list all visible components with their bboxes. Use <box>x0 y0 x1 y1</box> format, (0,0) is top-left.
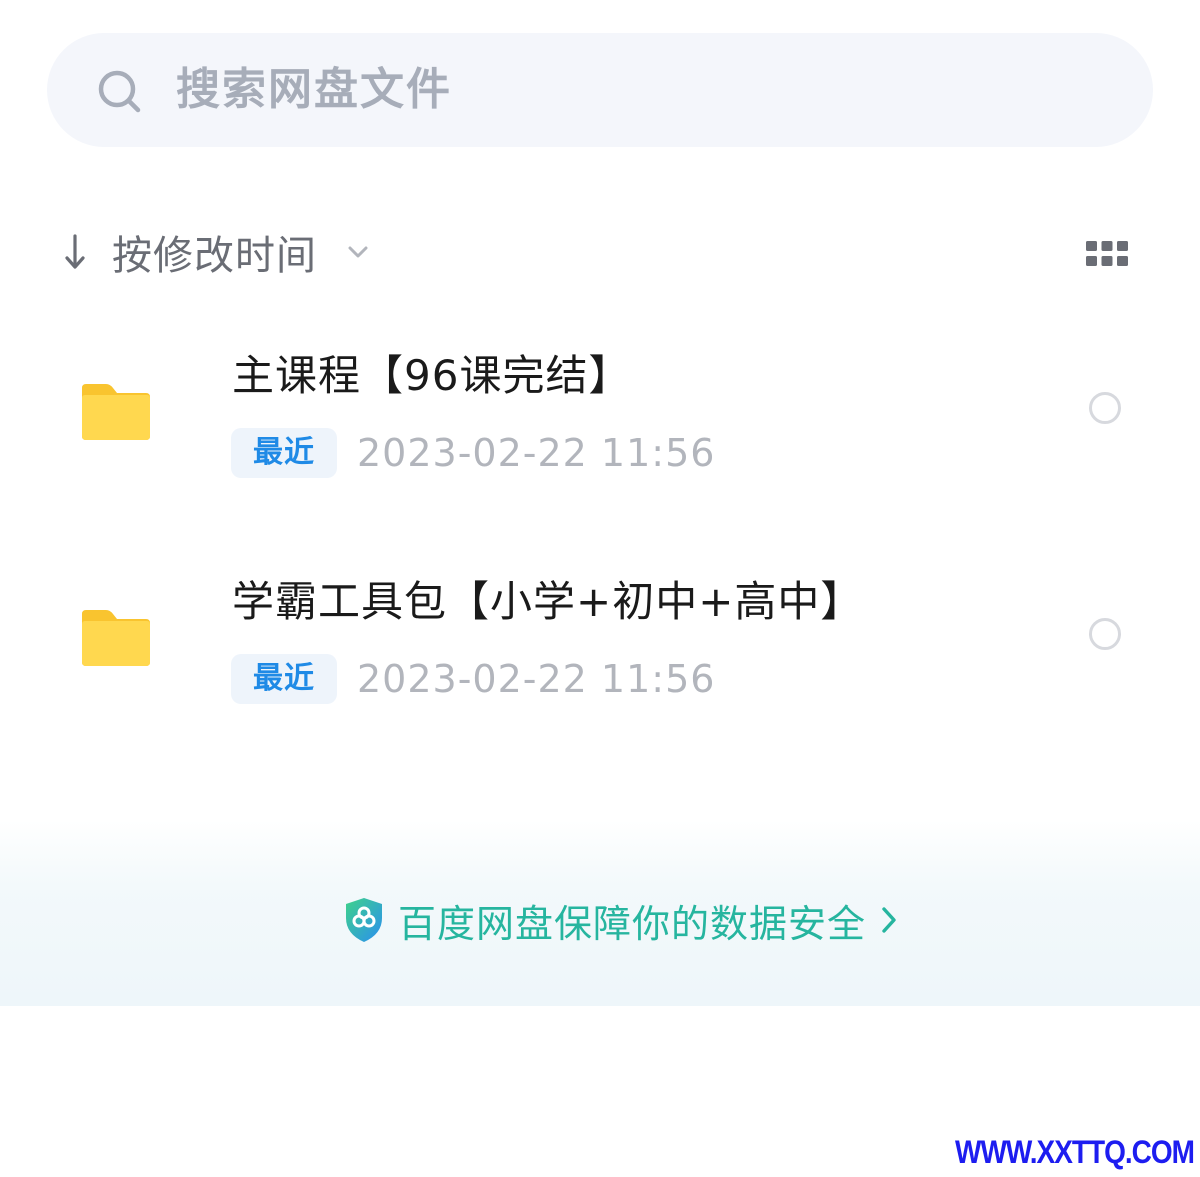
security-info-link[interactable]: 百度网盘保障你的数据安全 <box>342 892 900 948</box>
recent-badge: 最近 <box>231 428 337 478</box>
modified-date: 2023-02-22 11:56 <box>357 431 716 475</box>
search-icon <box>98 70 141 113</box>
chevron-right-icon <box>882 907 896 933</box>
arrow-down-icon <box>65 234 85 269</box>
file-list-item[interactable]: 主课程【96课完结】 最近 2023-02-22 11:56 <box>0 332 1200 492</box>
select-checkbox[interactable] <box>1089 618 1121 650</box>
folder-icon <box>82 384 150 440</box>
shield-icon <box>346 898 382 942</box>
file-list-item[interactable]: 学霸工具包【小学+初中+高中】 最近 2023-02-22 11:56 <box>0 558 1200 718</box>
chevron-down-icon <box>348 246 368 258</box>
security-text: 百度网盘保障你的数据安全 <box>398 901 867 946</box>
sort-control[interactable]: 按修改时间 <box>60 222 371 282</box>
watermark-text: WWW.XXTTQ.COM <box>955 1134 1195 1170</box>
folder-icon <box>82 610 150 666</box>
file-name: 主课程【96课完结】 <box>232 351 632 400</box>
file-name: 学霸工具包【小学+初中+高中】 <box>232 577 864 626</box>
sort-label: 按修改时间 <box>112 233 317 279</box>
recent-badge: 最近 <box>231 654 337 704</box>
modified-date: 2023-02-22 11:56 <box>357 657 716 701</box>
grid-view-icon[interactable] <box>1086 241 1128 267</box>
select-checkbox[interactable] <box>1089 392 1121 424</box>
search-input[interactable]: 搜索网盘文件 <box>176 62 452 118</box>
